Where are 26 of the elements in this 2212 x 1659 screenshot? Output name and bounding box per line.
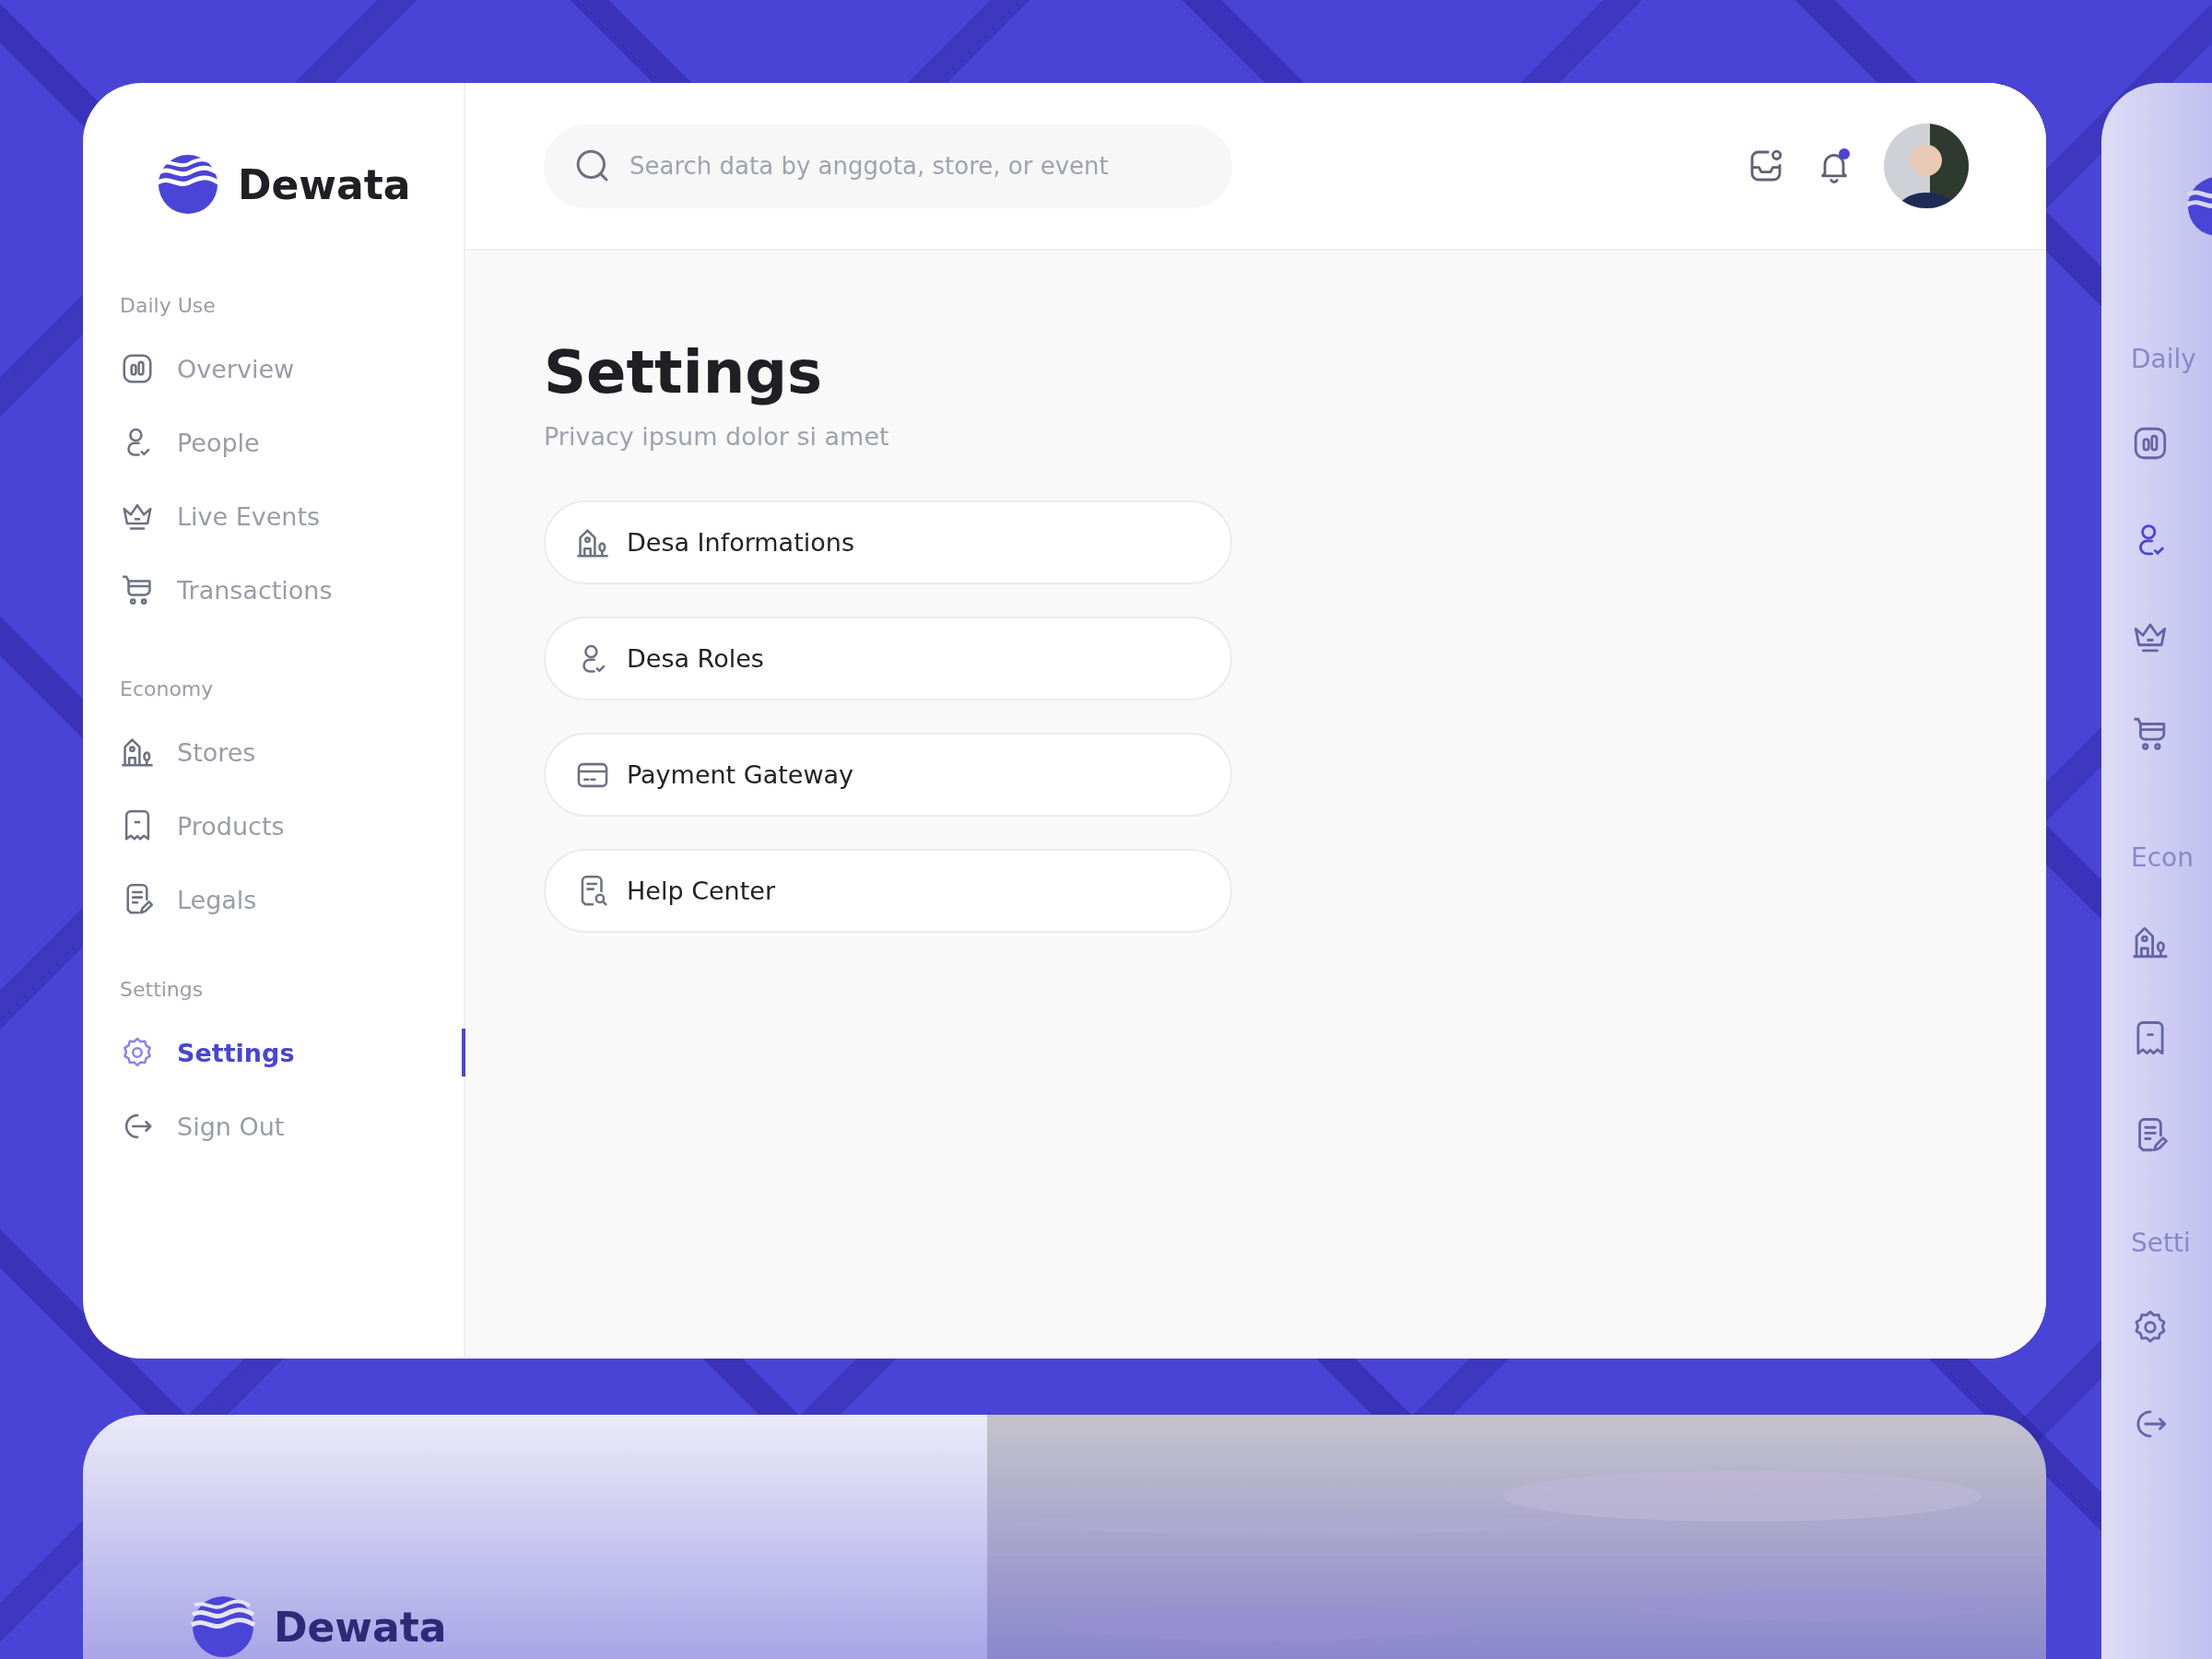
settings-option[interactable]: Desa Informations — [544, 500, 1232, 584]
nav-item[interactable]: Settings — [120, 1035, 295, 1070]
nav-item[interactable]: Legals — [120, 882, 257, 917]
nav-item[interactable]: Stores — [120, 735, 256, 770]
section-label: Setti — [2131, 1228, 2192, 1259]
page-subtitle: Privacy ipsum dolor si amet — [544, 422, 890, 451]
section-label: Daily Use — [120, 295, 217, 317]
section-label: Economy — [120, 678, 215, 700]
brand-name: Dewata — [238, 160, 411, 208]
page-title: Settings — [544, 337, 824, 408]
nav-item[interactable]: Sign Out — [120, 1109, 285, 1144]
settings-option[interactable]: Help Center — [544, 849, 1232, 933]
nav-item[interactable]: Overview — [120, 351, 295, 386]
logo-icon — [157, 153, 219, 216]
settings-option[interactable]: Desa Roles — [544, 617, 1232, 700]
search-field[interactable]: Search data by anggota, store, or event — [544, 124, 1232, 208]
nav-item[interactable]: Transactions — [120, 572, 333, 607]
nav-item[interactable]: People — [120, 425, 260, 460]
logo-icon — [191, 1594, 255, 1659]
section-label: Daily — [2131, 344, 2197, 375]
nav-item[interactable]: Products — [120, 808, 285, 843]
section-label: Econ — [2131, 842, 2194, 874]
nav-item[interactable]: Live Events — [120, 499, 321, 534]
brand-name: Dewata — [274, 1603, 447, 1651]
settings-option[interactable]: Payment Gateway — [544, 733, 1232, 817]
section-label: Settings — [120, 979, 205, 1001]
